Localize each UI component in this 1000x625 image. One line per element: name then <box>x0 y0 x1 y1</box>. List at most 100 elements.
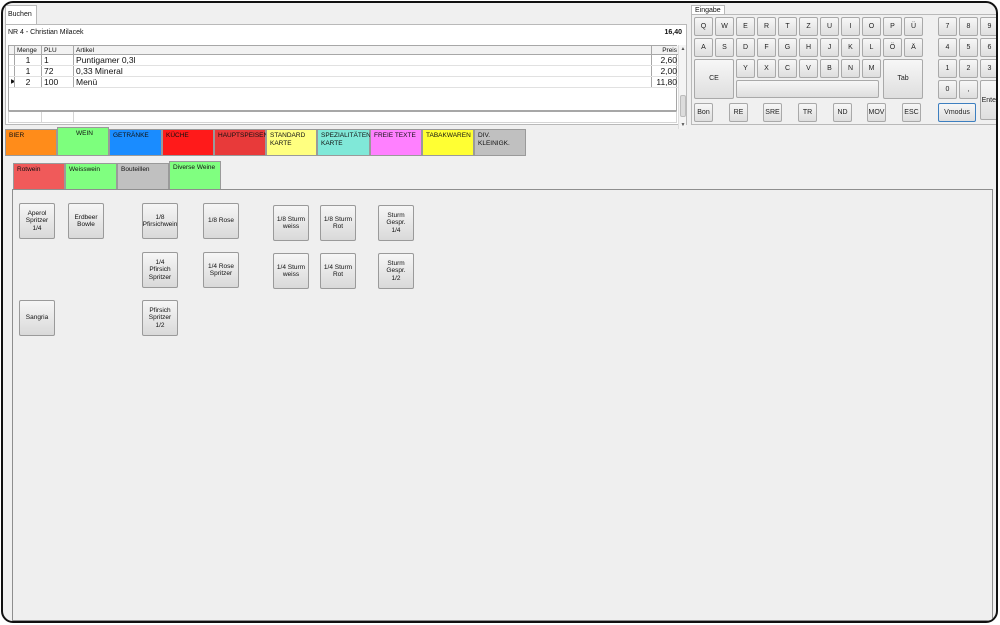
cell-menge: 1 <box>15 66 42 76</box>
esc-button[interactable]: ESC <box>902 103 921 122</box>
numpad-3[interactable]: 3 <box>980 59 996 78</box>
table-row[interactable]: 1 72 0,33 Mineral 2,00 <box>9 66 678 77</box>
key-ae[interactable]: Ä <box>904 38 923 57</box>
key-ue[interactable]: Ü <box>904 17 923 36</box>
item-button[interactable]: Sturm Gespr. 1/4 <box>378 205 414 241</box>
subcategory-tab[interactable]: Weisswein <box>65 163 117 190</box>
key-v[interactable]: V <box>799 59 818 78</box>
category-tab[interactable]: SPEZIALITÄTEN KARTE <box>317 129 371 156</box>
item-button[interactable]: 1/8 Rose <box>203 203 239 239</box>
order-grid: Menge PLU Artikel Preis 1 1 Puntigamer 0… <box>8 45 678 111</box>
item-button[interactable]: Sangria <box>19 300 55 336</box>
grid-header: Menge PLU Artikel Preis <box>9 46 678 55</box>
numpad-1[interactable]: 1 <box>938 59 957 78</box>
key-m[interactable]: M <box>862 59 881 78</box>
vmodus-button[interactable]: Vmodus <box>938 103 976 122</box>
tab-buchen[interactable]: Buchen <box>5 5 37 25</box>
table-row[interactable]: 1 1 Puntigamer 0,3l 2,60 <box>9 55 678 66</box>
key-s[interactable]: S <box>715 38 734 57</box>
category-tab[interactable]: FREIE TEXTE <box>370 129 422 156</box>
item-button[interactable]: Pfirsich Spritzer 1/2 <box>142 300 178 336</box>
column-header-preis[interactable]: Preis <box>652 46 678 54</box>
enter-button[interactable]: Enter <box>980 80 996 120</box>
category-tab[interactable]: DIV. KLEINIGK. <box>474 129 526 156</box>
key-u[interactable]: U <box>820 17 839 36</box>
key-c[interactable]: C <box>778 59 797 78</box>
column-header-artikel[interactable]: Artikel <box>74 46 652 54</box>
key-t[interactable]: T <box>778 17 797 36</box>
key-r[interactable]: R <box>757 17 776 36</box>
key-f[interactable]: F <box>757 38 776 57</box>
category-tab[interactable]: BIER <box>5 129 57 156</box>
re-button[interactable]: RE <box>729 103 748 122</box>
numpad-0[interactable]: 0 <box>938 80 957 99</box>
key-k[interactable]: K <box>841 38 860 57</box>
numpad-8[interactable]: 8 <box>959 17 978 36</box>
key-e[interactable]: E <box>736 17 755 36</box>
item-button[interactable]: 1/4 Rose Spritzer <box>203 252 239 288</box>
item-button[interactable]: 1/4 Sturm Rot <box>320 253 356 289</box>
nd-button[interactable]: ND <box>833 103 852 122</box>
scroll-down-icon[interactable]: ▼ <box>679 121 687 129</box>
numpad-comma[interactable]: , <box>959 80 978 99</box>
category-tab[interactable]: HAUPTSPEISEN <box>214 129 268 156</box>
numpad-4[interactable]: 4 <box>938 38 957 57</box>
column-header-menge[interactable]: Menge <box>15 46 42 54</box>
bon-button[interactable]: Bon <box>694 103 713 122</box>
key-n[interactable]: N <box>841 59 860 78</box>
numpad-5[interactable]: 5 <box>959 38 978 57</box>
numpad-9[interactable]: 9 <box>980 17 996 36</box>
item-button[interactable]: 1/8 Pfirsichwein <box>142 203 178 239</box>
space-bar[interactable] <box>736 80 879 98</box>
key-b[interactable]: B <box>820 59 839 78</box>
order-total: 16,40 <box>664 29 682 36</box>
tr-button[interactable]: TR <box>798 103 817 122</box>
category-tab[interactable]: TABAKWAREN <box>422 129 474 156</box>
key-y[interactable]: Y <box>736 59 755 78</box>
subcategory-tab[interactable]: Bouteillen <box>117 163 169 190</box>
key-h[interactable]: H <box>799 38 818 57</box>
item-button[interactable]: 1/8 Sturm Rot <box>320 205 356 241</box>
table-row[interactable]: ▶ 2 100 Menü 11,80 <box>9 77 678 88</box>
order-title: NR 4 - Christian Milacek <box>8 29 84 36</box>
key-q[interactable]: Q <box>694 17 713 36</box>
numpad-6[interactable]: 6 <box>980 38 996 57</box>
key-l[interactable]: L <box>862 38 881 57</box>
item-button[interactable]: 1/8 Sturm weiss <box>273 205 309 241</box>
key-a[interactable]: A <box>694 38 713 57</box>
key-oe[interactable]: Ö <box>883 38 902 57</box>
item-button[interactable]: 1/4 Sturm weiss <box>273 253 309 289</box>
category-tab[interactable]: STANDARD KARTE <box>266 129 317 156</box>
key-d[interactable]: D <box>736 38 755 57</box>
key-p[interactable]: P <box>883 17 902 36</box>
numpad-2[interactable]: 2 <box>959 59 978 78</box>
keyboard-panel: Q W E R T Z U I O P Ü A S D F G H J K L … <box>691 14 996 125</box>
subcategory-tab[interactable]: Diverse Weine <box>169 161 221 190</box>
item-button[interactable]: Erdbeer Bowle <box>68 203 104 239</box>
sre-button[interactable]: SRE <box>763 103 782 122</box>
key-w[interactable]: W <box>715 17 734 36</box>
tab-key-button[interactable]: Tab <box>883 59 923 99</box>
scroll-up-icon[interactable]: ▲ <box>679 45 687 53</box>
item-button[interactable]: Sturm Gespr. 1/2 <box>378 253 414 289</box>
key-i[interactable]: I <box>841 17 860 36</box>
order-scrollbar[interactable]: ▲ ▼ <box>678 45 686 129</box>
key-g[interactable]: G <box>778 38 797 57</box>
category-tab[interactable]: GETRÄNKE <box>109 129 162 156</box>
key-x[interactable]: X <box>757 59 776 78</box>
scroll-thumb[interactable] <box>680 95 686 117</box>
key-o[interactable]: O <box>862 17 881 36</box>
item-button[interactable]: 1/4 Pfirsich Spritzer <box>142 252 178 288</box>
category-tab[interactable]: WEIN <box>57 127 109 156</box>
subcategory-tab[interactable]: Rotwein <box>13 163 65 190</box>
category-tab[interactable]: KÜCHE <box>162 129 214 156</box>
key-j[interactable]: J <box>820 38 839 57</box>
key-z[interactable]: Z <box>799 17 818 36</box>
column-header-plu[interactable]: PLU <box>42 46 74 54</box>
numpad-7[interactable]: 7 <box>938 17 957 36</box>
cell-artikel: 0,33 Mineral <box>74 66 652 76</box>
item-button[interactable]: Aperol Spritzer 1/4 <box>19 203 55 239</box>
mov-button[interactable]: MOV <box>867 103 886 122</box>
ce-button[interactable]: CE <box>694 59 734 99</box>
pos-window: Buchen NR 4 - Christian Milacek 16,40 Me… <box>1 1 998 623</box>
